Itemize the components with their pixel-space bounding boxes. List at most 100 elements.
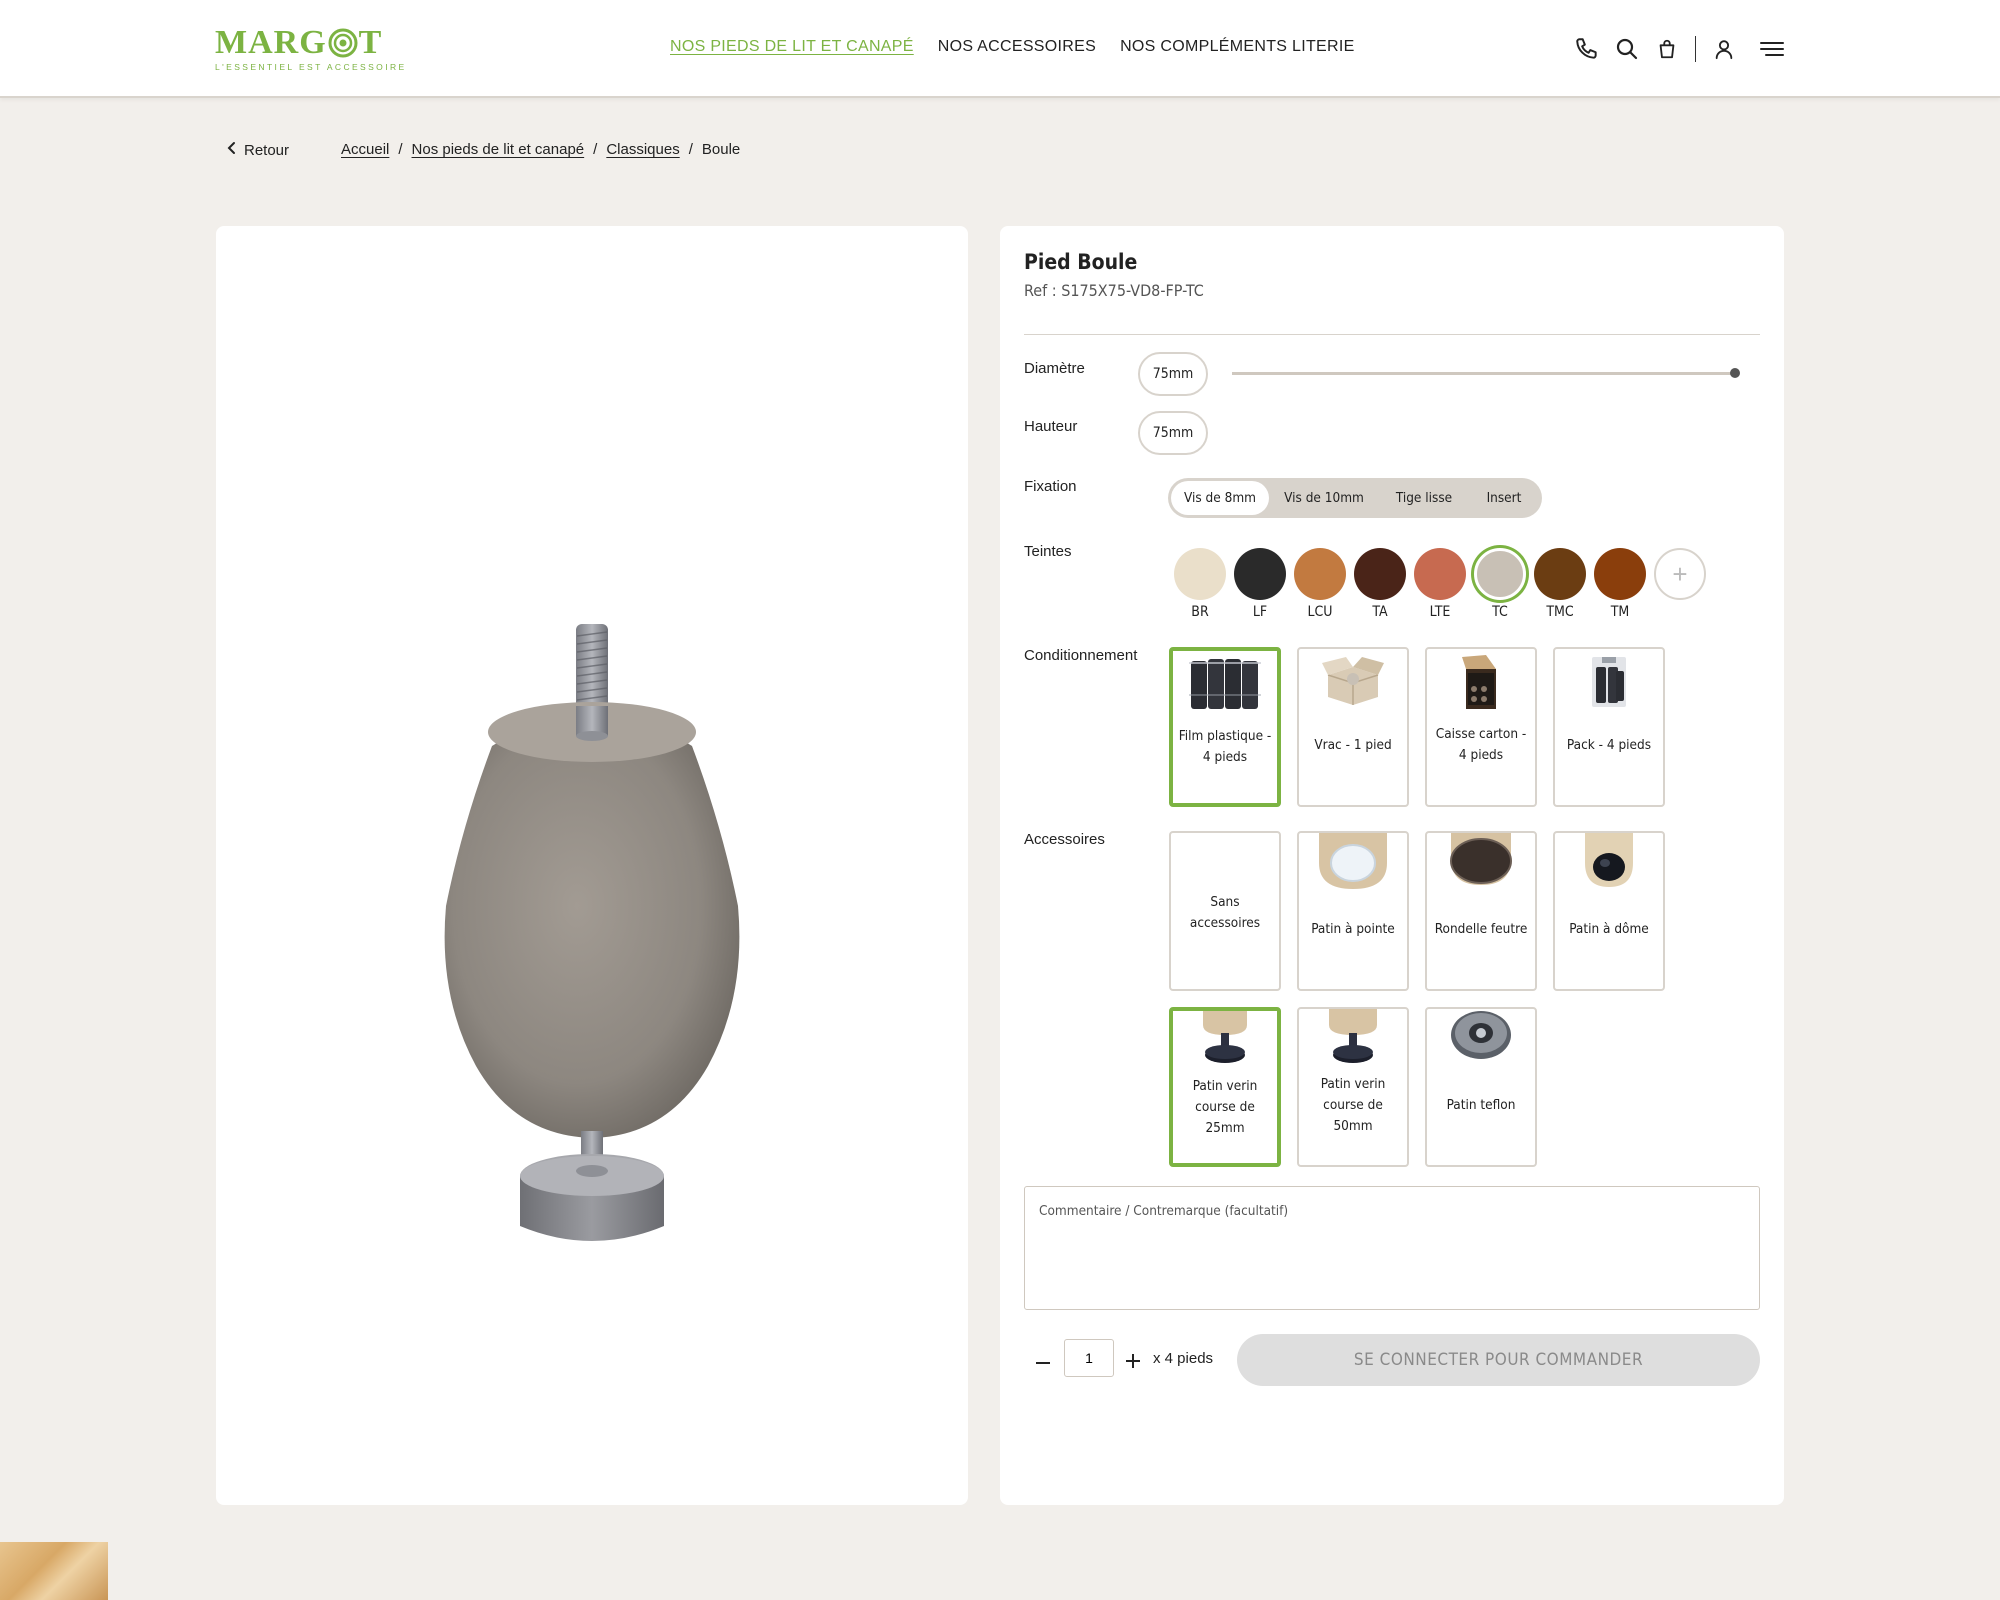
packaging-label: Pack - 4 pieds [1566, 736, 1652, 753]
fixation-selector: Vis de 8mm Vis de 10mm Tige lisse Insert [1168, 478, 1542, 518]
accessory-label: Patin à dôme [1569, 920, 1649, 937]
accessory-label: Sans accessoires [1189, 894, 1261, 931]
nav-item-complements[interactable]: NOS COMPLÉMENTS LITERIE [1120, 38, 1355, 56]
accessory-option-verin-50[interactable]: Patin verin course de 50mm [1297, 1007, 1409, 1167]
breadcrumb-accueil[interactable]: Accueil [341, 141, 389, 158]
diametre-slider-end [1730, 368, 1740, 378]
carton-box-icon [1427, 653, 1535, 713]
fixation-option-tige-lisse[interactable]: Tige lisse [1379, 481, 1469, 515]
nav-item-accessoires[interactable]: NOS ACCESSOIRES [938, 38, 1096, 56]
conditionnement-label: Conditionnement [1024, 647, 1138, 664]
swatch-code: BR [1191, 604, 1209, 620]
diametre-slider-track[interactable] [1232, 372, 1736, 375]
bag-icon[interactable] [1653, 35, 1681, 63]
breadcrumb-separator: / [688, 141, 693, 158]
login-to-order-button[interactable]: SE CONNECTER POUR COMMANDER [1237, 1334, 1760, 1386]
swatch-lf[interactable] [1234, 548, 1286, 600]
comment-field[interactable] [1024, 1186, 1760, 1310]
chevron-left-icon [226, 141, 236, 159]
header-separator [1695, 36, 1696, 62]
leveler-25-icon [1173, 1011, 1277, 1071]
swatch-ta[interactable] [1354, 548, 1406, 600]
product-image-panel [216, 226, 968, 1505]
main-nav: NOS PIEDS DE LIT ET CANAPÉ NOS ACCESSOIR… [670, 38, 1355, 56]
swatch-tm[interactable] [1594, 548, 1646, 600]
accessory-option-patin-teflon[interactable]: Patin teflon [1425, 1007, 1537, 1167]
swatch-code: LF [1252, 604, 1268, 620]
fixation-option-vis-8[interactable]: Vis de 8mm [1171, 481, 1269, 515]
packaging-label: Vrac - 1 pied [1314, 736, 1392, 753]
accessory-label: Rondelle feutre [1434, 920, 1528, 937]
quantity-input[interactable] [1064, 1339, 1114, 1377]
quantity-increase-button[interactable] [1122, 1350, 1144, 1372]
wood-texture-image [0, 1542, 108, 1600]
packaging-option-vrac[interactable]: Vrac - 1 pied [1297, 647, 1409, 807]
packaging-option-pack[interactable]: Pack - 4 pieds [1553, 647, 1665, 807]
back-label: Retour [244, 141, 290, 159]
swatch-br[interactable] [1174, 548, 1226, 600]
pack-icon [1555, 653, 1663, 713]
fixation-option-vis-10[interactable]: Vis de 10mm [1269, 481, 1379, 515]
logo-spiral-icon [328, 28, 358, 58]
plastic-film-pack-icon [1173, 655, 1277, 715]
accessory-label: Patin à pointe [1311, 920, 1395, 937]
product-ref: Ref : S175X75-VD8-FP-TC [1024, 281, 1204, 300]
search-icon[interactable] [1613, 35, 1641, 63]
accessory-label: Patin teflon [1446, 1096, 1516, 1113]
divider [1024, 334, 1760, 335]
logo-wordmark: MARG T [215, 24, 383, 61]
packaging-label: Film plastique - 4 pieds [1178, 728, 1272, 765]
teintes-label: Teintes [1024, 543, 1072, 560]
ball-foot-product-image [444, 624, 740, 1241]
packaging-option-carton[interactable]: Caisse carton - 4 pieds [1425, 647, 1537, 807]
header-icons [1573, 35, 1786, 63]
breadcrumb-current: Boule [701, 141, 741, 158]
diametre-label: Diamètre [1024, 360, 1085, 377]
breadcrumb-separator: / [593, 141, 598, 158]
teflon-glide-icon [1427, 1009, 1535, 1069]
accessory-label: Patin verin course de 25mm [1192, 1077, 1258, 1136]
accessory-option-patin-pointe[interactable]: Patin à pointe [1297, 831, 1409, 991]
accessory-option-verin-25[interactable]: Patin verin course de 25mm [1169, 1007, 1281, 1167]
swatch-code: TA [1372, 604, 1388, 620]
accessoires-label: Accessoires [1024, 831, 1105, 848]
swatch-code: LTE [1429, 604, 1451, 620]
accessory-option-patin-dome[interactable]: Patin à dôme [1553, 831, 1665, 991]
packaging-label: Caisse carton - 4 pieds [1435, 726, 1527, 763]
breadcrumb-classiques[interactable]: Classiques [606, 141, 679, 158]
menu-icon[interactable] [1758, 35, 1786, 63]
swatch-lte[interactable] [1414, 548, 1466, 600]
packaging-option-film[interactable]: Film plastique - 4 pieds [1169, 647, 1281, 807]
fixation-option-insert[interactable]: Insert [1469, 481, 1539, 515]
swatch-tmc[interactable] [1534, 548, 1586, 600]
page-footer-area [0, 1540, 2000, 1600]
more-swatches-plus-icon[interactable]: + [1654, 548, 1706, 600]
accessory-option-rondelle-feutre[interactable]: Rondelle feutre [1425, 831, 1537, 991]
margot-logo[interactable]: MARG T L'ESSENTIEL EST ACCESSOIRE [215, 24, 404, 74]
swatch-code: TM [1610, 604, 1630, 620]
hauteur-label: Hauteur [1024, 418, 1078, 435]
swatch-code: TMC [1546, 604, 1574, 620]
swatch-tc[interactable] [1474, 548, 1526, 600]
user-icon[interactable] [1710, 35, 1738, 63]
leveler-50-icon [1299, 1009, 1407, 1069]
product-title: Pied Boule [1024, 250, 1138, 274]
site-header: MARG T L'ESSENTIEL EST ACCESSOIRE NOS PI… [0, 0, 2000, 98]
back-link[interactable]: Retour [226, 141, 289, 159]
fixation-label: Fixation [1024, 478, 1077, 495]
swatch-code: TC [1492, 604, 1508, 620]
breadcrumb: Accueil / Nos pieds de lit et canapé / C… [341, 141, 740, 158]
phone-icon[interactable] [1573, 35, 1601, 63]
dome-glide-icon [1555, 833, 1663, 893]
felt-washer-icon [1427, 833, 1535, 893]
nav-item-pieds[interactable]: NOS PIEDS DE LIT ET CANAPÉ [670, 38, 914, 56]
pointed-glide-icon [1299, 833, 1407, 893]
quantity-unit-label: x 4 pieds [1153, 1350, 1214, 1367]
swatch-code: LCU [1307, 604, 1333, 620]
hauteur-value[interactable]: 75mm [1138, 411, 1208, 455]
quantity-decrease-button[interactable] [1032, 1352, 1054, 1374]
accessory-option-none[interactable]: Sans accessoires [1169, 831, 1281, 991]
swatch-lcu[interactable] [1294, 548, 1346, 600]
breadcrumb-pieds[interactable]: Nos pieds de lit et canapé [412, 141, 585, 158]
diametre-slider-handle[interactable]: 75mm [1138, 352, 1208, 396]
